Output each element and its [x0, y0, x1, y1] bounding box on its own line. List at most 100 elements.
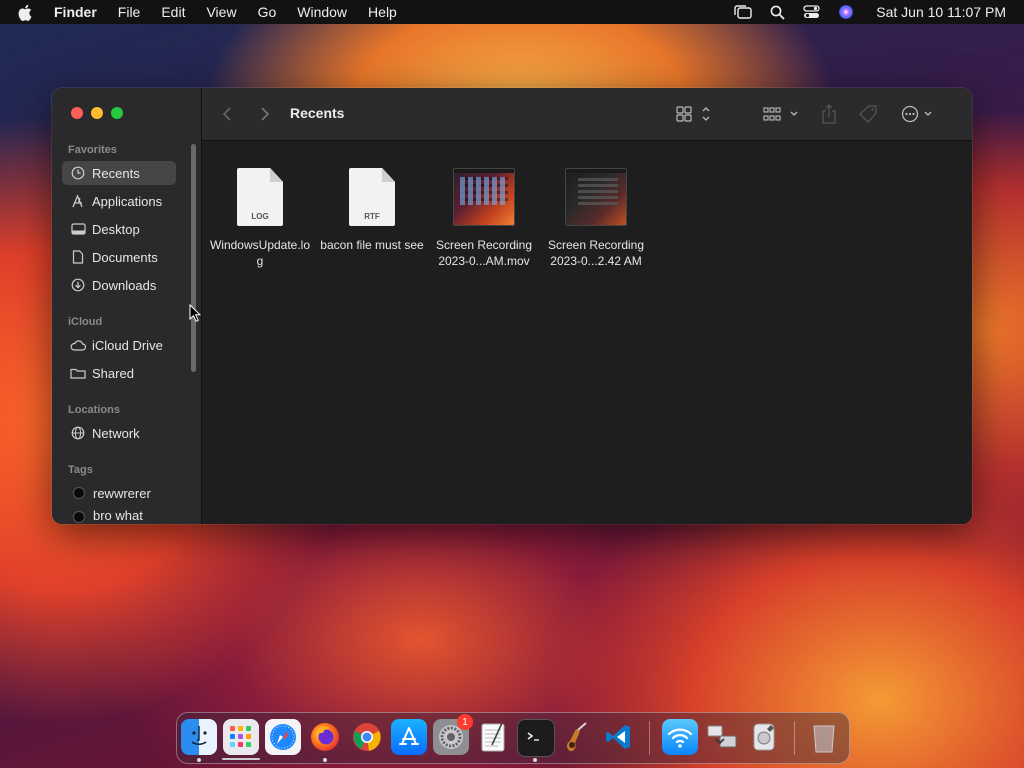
system-settings-app-icon[interactable]: 1	[433, 714, 473, 755]
rtf-file-icon: RTF	[322, 161, 422, 233]
sidebar-item-label: Shared	[92, 365, 134, 381]
finder-toolbar: Recents	[202, 88, 972, 141]
sidebar-item-label: rewwrerer	[93, 485, 151, 501]
dock-separator	[649, 721, 650, 755]
vscode-app-icon[interactable]	[601, 719, 637, 755]
spotlight-search-icon[interactable]	[770, 5, 785, 20]
menu-file[interactable]: File	[118, 4, 141, 20]
file-item[interactable]: LOG WindowsUpdate.log	[205, 161, 315, 269]
file-name: Screen Recording 2023-0...2.42 AM	[547, 238, 645, 268]
terminal-app-icon[interactable]	[517, 719, 555, 757]
running-indicator	[323, 758, 327, 762]
file-name: Screen Recording 2023-0...AM.mov	[435, 238, 533, 268]
file-item[interactable]: Screen Recording 2023-0...2.42 AM	[541, 161, 651, 269]
wireless-diagnostics-app-icon[interactable]	[662, 719, 698, 755]
share-button[interactable]	[821, 102, 837, 126]
sidebar-item-label: Network	[92, 425, 140, 441]
clock-icon	[70, 165, 86, 181]
sidebar-section-icloud: iCloud	[68, 316, 103, 328]
globe-icon	[70, 425, 86, 441]
migration-assistant-app-icon[interactable]	[704, 719, 740, 755]
file-extension: RTF	[364, 212, 380, 221]
trash-icon[interactable]	[806, 719, 842, 755]
close-button[interactable]	[71, 107, 83, 119]
sidebar-section-favorites: Favorites	[68, 144, 117, 156]
file-extension: LOG	[251, 212, 269, 221]
sidebar-item-recents[interactable]: Recents	[62, 161, 176, 185]
menu-window[interactable]: Window	[297, 4, 347, 20]
sidebar-item-label: bro what	[93, 509, 143, 523]
stage-manager-icon[interactable]	[734, 5, 752, 19]
window-title: Recents	[290, 105, 345, 121]
video-thumbnail	[546, 161, 646, 233]
group-by-button[interactable]	[763, 102, 801, 126]
finder-sidebar: Favorites Recents Applications Desktop D…	[52, 88, 202, 524]
sidebar-tag-bro-what[interactable]: bro what	[62, 509, 176, 524]
document-icon	[70, 249, 86, 265]
applications-icon	[70, 193, 86, 209]
sidebar-item-documents[interactable]: Documents	[62, 245, 176, 269]
log-file-icon: LOG	[210, 161, 310, 233]
dock-scroll-indicator	[222, 758, 260, 760]
menu-finder[interactable]: Finder	[54, 4, 97, 20]
menu-help[interactable]: Help	[368, 4, 397, 20]
notification-badge: 1	[457, 714, 473, 730]
icon-view-button[interactable]	[676, 102, 710, 126]
menu-bar: Finder File Edit View Go Window Help Sat…	[0, 0, 1024, 24]
shared-folder-icon	[70, 365, 86, 381]
sidebar-item-icloud-drive[interactable]: iCloud Drive	[62, 333, 176, 357]
apple-menu-icon[interactable]	[17, 4, 37, 21]
sidebar-tag-rewwrerer[interactable]: rewwrerer	[62, 481, 176, 505]
desktop-icon	[70, 221, 86, 237]
sidebar-item-label: Documents	[92, 249, 158, 265]
siri-icon[interactable]	[838, 4, 854, 20]
sidebar-section-tags: Tags	[68, 464, 93, 476]
tag-color-dot	[73, 487, 85, 499]
sidebar-item-network[interactable]: Network	[62, 421, 176, 445]
sidebar-item-label: Applications	[92, 193, 163, 209]
disk-utility-app-icon[interactable]	[746, 719, 782, 755]
finder-app-icon[interactable]	[181, 719, 217, 755]
menu-go[interactable]: Go	[258, 4, 277, 20]
mouse-cursor-icon	[189, 303, 202, 327]
sidebar-section-locations: Locations	[68, 404, 120, 416]
minimize-button[interactable]	[91, 107, 103, 119]
file-item[interactable]: Screen Recording 2023-0...AM.mov	[429, 161, 539, 269]
running-indicator	[533, 758, 537, 762]
dock-separator	[794, 721, 795, 755]
control-center-icon[interactable]	[803, 5, 820, 19]
menu-clock[interactable]: Sat Jun 10 11:07 PM	[876, 4, 1006, 20]
sidebar-item-desktop[interactable]: Desktop	[62, 217, 176, 241]
download-icon	[70, 277, 86, 293]
textedit-app-icon[interactable]	[475, 719, 511, 755]
instruments-app-icon[interactable]	[559, 719, 595, 755]
sidebar-item-label: Desktop	[92, 221, 140, 237]
back-button[interactable]	[222, 102, 232, 126]
menu-edit[interactable]: Edit	[161, 4, 185, 20]
sidebar-item-applications[interactable]: Applications	[62, 189, 176, 213]
chrome-app-icon[interactable]	[349, 719, 385, 755]
sidebar-item-downloads[interactable]: Downloads	[62, 273, 176, 297]
firefox-app-icon[interactable]	[307, 719, 343, 755]
video-thumbnail	[434, 161, 534, 233]
window-controls	[71, 107, 131, 119]
more-actions-button[interactable]	[901, 102, 935, 126]
forward-button[interactable]	[260, 102, 270, 126]
file-name: WindowsUpdate.log	[209, 238, 311, 268]
running-indicator	[197, 758, 201, 762]
file-name: bacon file must see	[320, 238, 424, 252]
sidebar-item-label: Recents	[92, 165, 140, 181]
menu-view[interactable]: View	[206, 4, 236, 20]
sidebar-item-label: Downloads	[92, 277, 157, 293]
cloud-icon	[70, 337, 86, 353]
app-store-app-icon[interactable]	[391, 719, 427, 755]
sidebar-item-shared[interactable]: Shared	[62, 361, 176, 385]
tag-color-dot	[73, 511, 85, 523]
tag-button[interactable]	[859, 102, 879, 126]
sidebar-scrollbar[interactable]	[191, 144, 196, 372]
dock: 1	[176, 712, 850, 764]
launchpad-app-icon[interactable]	[223, 719, 259, 755]
file-item[interactable]: RTF bacon file must see	[317, 161, 427, 253]
safari-app-icon[interactable]	[265, 719, 301, 755]
zoom-button[interactable]	[111, 107, 123, 119]
